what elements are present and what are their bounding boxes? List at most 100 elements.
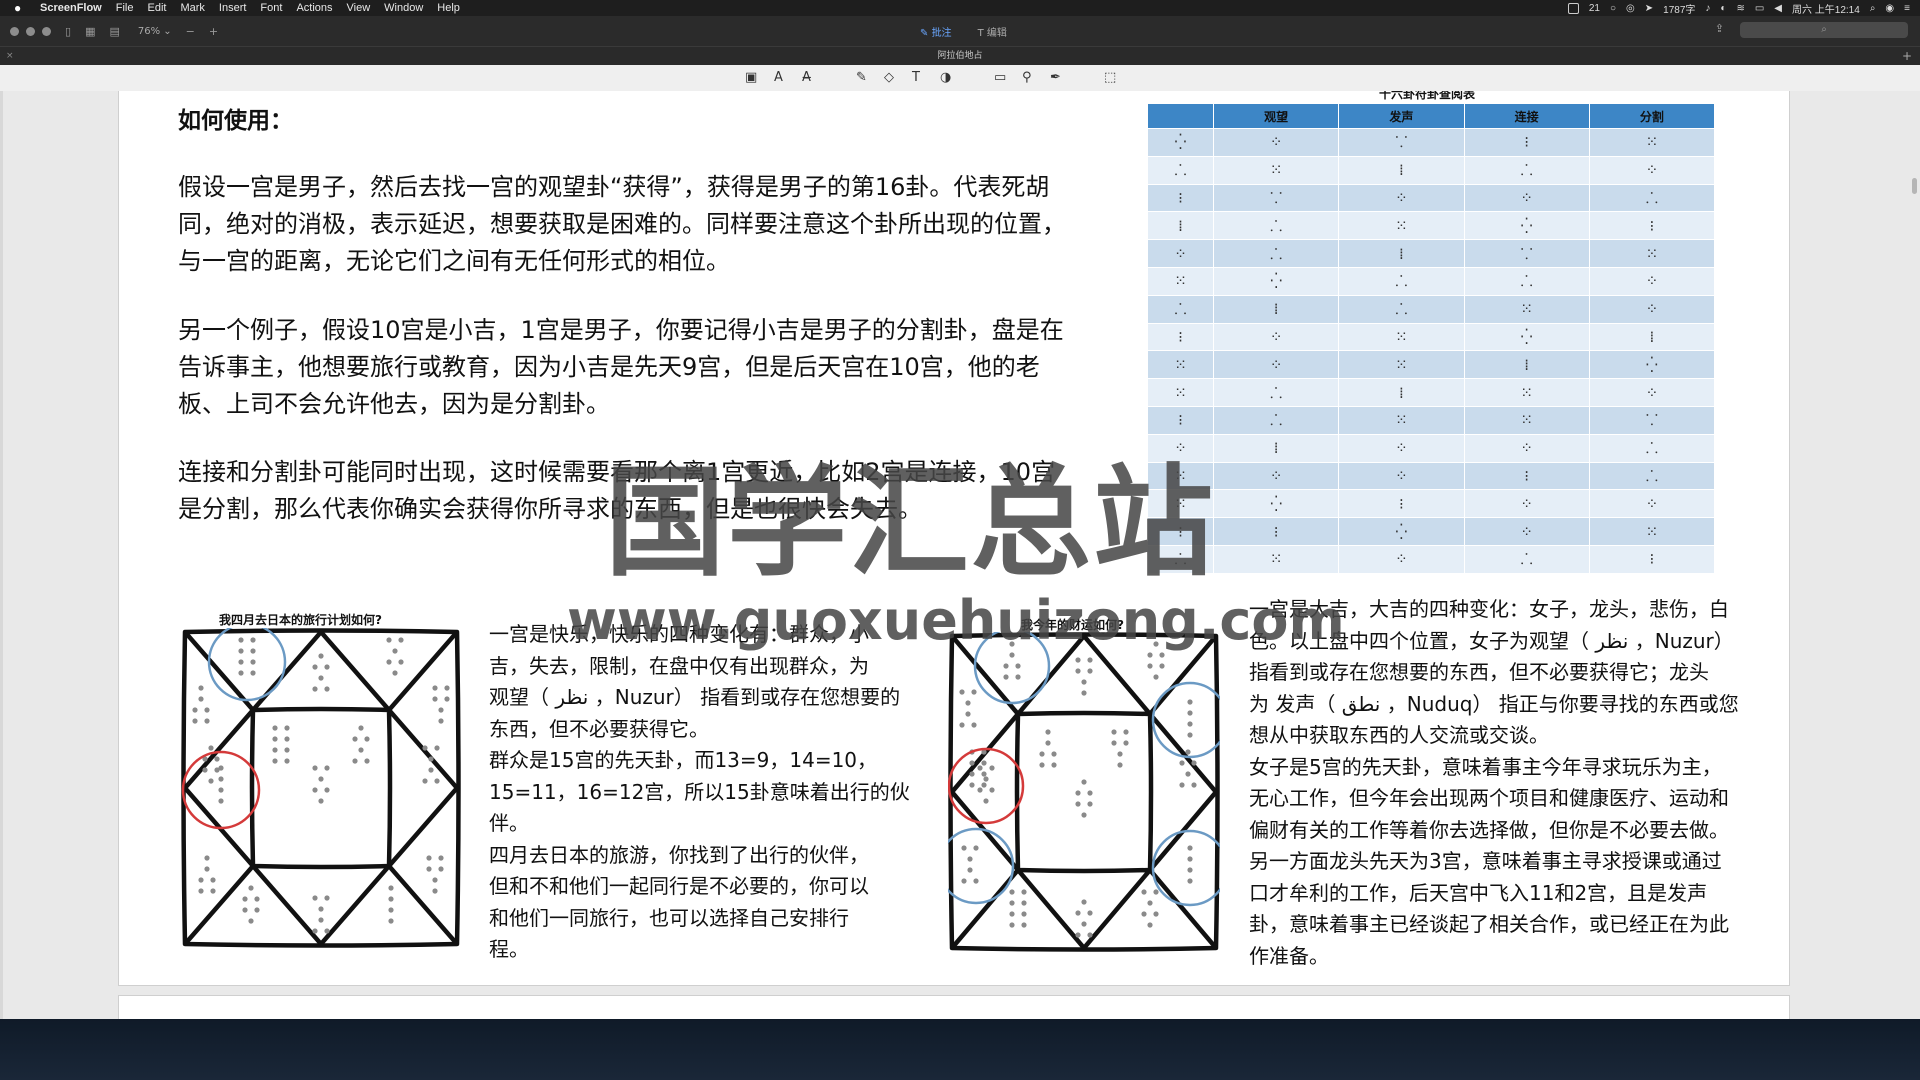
figure-dot: [250, 670, 256, 676]
table-cell: ⁙: [1464, 379, 1589, 406]
menu-edit[interactable]: Edit: [147, 2, 166, 14]
table-cell: ⁙: [1214, 545, 1339, 573]
siri-icon[interactable]: ◉: [1885, 3, 1894, 14]
volume-icon[interactable]: ◀: [1774, 3, 1782, 14]
figure-2-line: 卦，意味着事主已经谈起了相关合作，或已经正在为此: [1249, 912, 1729, 936]
sidebar-toggle-icon[interactable]: ▯: [65, 25, 71, 38]
menu-insert[interactable]: Insert: [219, 2, 247, 14]
table-cell: ⁘: [1339, 545, 1464, 573]
figure-dot: [1045, 740, 1051, 746]
table-cell: ⁘: [1214, 351, 1339, 379]
figure-dot: [422, 778, 428, 784]
display-icon[interactable]: ▭: [1755, 3, 1764, 14]
table-cell: ⸫: [1214, 379, 1339, 406]
bluetooth-icon[interactable]: ◎: [1626, 3, 1635, 14]
menu-help[interactable]: Help: [437, 2, 460, 14]
figure-dot: [218, 765, 224, 771]
figure-dot: [1009, 900, 1015, 906]
zoom-select[interactable]: 76% ⌄: [138, 26, 172, 37]
menu-view[interactable]: View: [347, 2, 371, 14]
document-tab[interactable]: × 阿拉伯地占 +: [0, 46, 1920, 66]
send-icon[interactable]: ➤: [1645, 3, 1653, 14]
mode-annotate[interactable]: ✎ 批注: [920, 24, 952, 39]
close-tab-icon[interactable]: ×: [6, 47, 14, 66]
minimize-window-button[interactable]: [26, 26, 35, 36]
paragraph-2: 另一个例子，假设10宫是小吉，1宫是男子，你要记得小吉是男子的分割卦，盘是在告诉…: [178, 316, 1064, 418]
document-canvas[interactable]: 如何使用： 假设一宫是男子，然后去找一宫的观望卦“获得”，获得是男子的第16卦。…: [0, 91, 1920, 1019]
signature-icon[interactable]: ✒: [1050, 70, 1061, 85]
wifi-icon[interactable]: ≋: [1736, 3, 1744, 14]
menu-font[interactable]: Font: [260, 2, 282, 14]
mode-edit[interactable]: T 编辑: [978, 24, 1007, 39]
new-tab-icon[interactable]: +: [1902, 47, 1912, 66]
search-input[interactable]: ⌕: [1740, 22, 1908, 38]
page-view-icon[interactable]: ▤: [109, 25, 119, 38]
menu-file[interactable]: File: [116, 2, 134, 14]
menu-mark[interactable]: Mark: [180, 2, 204, 14]
crop-icon[interactable]: ⬚: [1104, 70, 1116, 85]
figure-dot: [969, 760, 975, 766]
strike-font-icon[interactable]: A̶: [802, 70, 811, 85]
figure-1-line: 群众是15宫的先天卦，而13=9，14=10，: [489, 748, 878, 772]
table-cell: ⁝: [1148, 323, 1214, 351]
stamp-icon[interactable]: ⚲: [1022, 70, 1032, 85]
apple-icon[interactable]: ●: [14, 1, 28, 15]
figure-dot: [324, 928, 330, 934]
figure-dot: [272, 758, 278, 764]
mic-icon[interactable]: ♪: [1705, 3, 1710, 14]
wechat-icon[interactable]: ◐: [1720, 3, 1726, 14]
figure-dot: [1075, 668, 1081, 674]
text-box-icon[interactable]: ▣: [745, 70, 757, 85]
table-cell: ⁘: [1148, 240, 1214, 267]
figure-dot: [386, 659, 392, 665]
watermark-text: 国学汇总站: [605, 454, 1215, 593]
figure-lookup-table: 观望 发声 连接 分割 ⁛ ⁘ ⸪ ⁝ ⁙ ⸫ ⁙ ⁞ ⸫ ⁘ ⁝ ⸪ ⁘ ⁘ ⸫ ⁞ ⸫ ⁙ ⁛ ⁝ ⁘ ⸫ ⁞ ⸪ ⁙ ⁙ ⁛ ⸫…: [1147, 103, 1715, 574]
figure-1-description: 一宫是快乐，快乐的四种变化有：群众，小 吉，失去，限制，在盘中仅有出现群众，为 …: [489, 619, 910, 966]
figure-dot: [398, 659, 404, 665]
desktop-background: [0, 1019, 1920, 1080]
zoom-window-button[interactable]: [42, 26, 51, 36]
table-cell: ⁙: [1589, 240, 1714, 267]
figure-dot: [1147, 652, 1153, 658]
figure-2-line: 作准备。: [1249, 943, 1329, 968]
spotlight-icon[interactable]: ⌕: [1870, 3, 1876, 14]
figure-dot: [1087, 790, 1093, 796]
figure-dot: [312, 895, 318, 901]
screen-record-icon[interactable]: [1567, 2, 1579, 14]
vertical-scrollbar[interactable]: [1912, 178, 1917, 194]
menu-actions[interactable]: Actions: [296, 2, 332, 14]
table-row: ⸫ ⁙ ⁘ ⸫ ⁝: [1148, 545, 1714, 573]
notification-count[interactable]: 21: [1589, 3, 1600, 14]
zoom-in-button[interactable]: +: [209, 25, 218, 38]
close-window-button[interactable]: [10, 26, 19, 36]
menu-app-name[interactable]: ScreenFlow: [40, 2, 102, 14]
shapes-icon[interactable]: ◑: [940, 70, 951, 85]
figure-dot: [388, 918, 394, 924]
figure-dot: [238, 637, 244, 643]
figure-dot: [248, 885, 254, 891]
share-icon[interactable]: ⇪: [1715, 22, 1724, 35]
menu-window[interactable]: Window: [384, 2, 423, 14]
text-tool-icon[interactable]: T: [912, 70, 920, 85]
clock[interactable]: 周六 上午12:14: [1792, 1, 1860, 16]
figure-dot: [1015, 674, 1021, 680]
figure-dot: [1087, 910, 1093, 916]
search-status-icon[interactable]: ○: [1610, 3, 1616, 14]
zoom-out-button[interactable]: −: [186, 25, 195, 38]
grid-view-icon[interactable]: ▦: [85, 25, 95, 38]
font-icon[interactable]: A: [774, 70, 783, 85]
figure-dot: [1191, 782, 1197, 788]
control-center-icon[interactable]: ≡: [1904, 3, 1910, 14]
figure-dot: [1187, 867, 1193, 873]
table-cell: ⁛: [1148, 129, 1214, 156]
figure-dot: [426, 866, 432, 872]
table-row: ⸫ ⁙ ⁞ ⸫ ⁘: [1148, 156, 1714, 184]
word-count[interactable]: 1787字: [1663, 1, 1695, 16]
figure-dot: [428, 767, 434, 773]
pencil-icon[interactable]: ✎: [856, 70, 867, 85]
figure-dot: [248, 918, 254, 924]
eraser-icon[interactable]: ◇: [884, 70, 894, 85]
note-icon[interactable]: ▭: [994, 70, 1006, 85]
table-cell: ⁘: [1339, 184, 1464, 212]
page-heading: 如何使用：: [178, 108, 293, 134]
